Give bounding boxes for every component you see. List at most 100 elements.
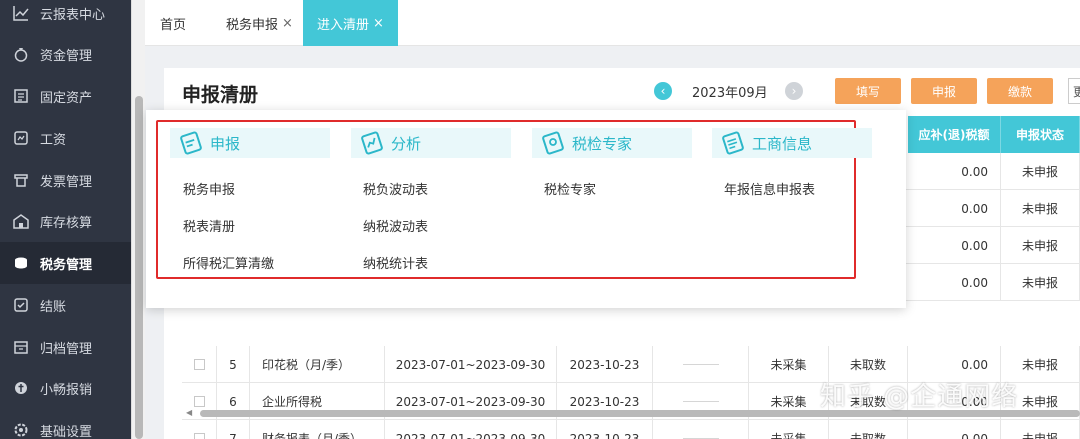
checkout-icon bbox=[12, 296, 30, 314]
empty-cell bbox=[653, 346, 749, 383]
next-period-button[interactable]: › bbox=[785, 82, 803, 100]
dash bbox=[682, 401, 719, 402]
menu-item-tax-declaration[interactable]: 税务申报 bbox=[183, 179, 235, 198]
row-number: 5 bbox=[217, 346, 250, 383]
status-cell: 未申报 bbox=[1001, 264, 1080, 301]
sidebar-item-label: 库存核算 bbox=[40, 215, 93, 231]
analysis-icon bbox=[355, 128, 389, 158]
reimburse-icon bbox=[12, 379, 30, 397]
sidebar-item-archive[interactable]: 归档管理 bbox=[0, 326, 131, 368]
scroll-left-icon[interactable]: ◀ bbox=[186, 408, 192, 417]
sidebar-item-label: 税务管理 bbox=[40, 257, 93, 273]
period-cell: 2023-07-01~2023-09-30 bbox=[385, 420, 557, 439]
fill-button[interactable]: 填写 bbox=[835, 78, 901, 104]
tab-tax-declaration[interactable]: 税务申报 × bbox=[226, 0, 293, 46]
gear-icon bbox=[12, 421, 30, 439]
collect-cell: 未采集 bbox=[749, 346, 829, 383]
row-checkbox[interactable] bbox=[182, 346, 217, 383]
sidebar-item-report-center[interactable]: 云报表中心 bbox=[0, 0, 131, 34]
sidebar-item-label: 归档管理 bbox=[40, 341, 93, 357]
amount-cell: 0.00 bbox=[908, 190, 1001, 227]
fetch-cell: 未取数 bbox=[829, 420, 908, 439]
menu-item-income-tax-settlement[interactable]: 所得税汇算清缴 bbox=[183, 253, 274, 272]
menu-item-tax-expert[interactable]: 税检专家 bbox=[544, 179, 596, 198]
expert-icon bbox=[536, 128, 570, 158]
checkbox[interactable] bbox=[193, 433, 205, 439]
sidebar-item-checkout[interactable]: 结账 bbox=[0, 284, 131, 326]
watermark: 知乎 @企通网络 bbox=[820, 382, 1019, 412]
prev-period-button[interactable]: ‹ bbox=[654, 82, 672, 100]
deadline-cell: 2023-10-23 bbox=[557, 420, 653, 439]
asset-icon bbox=[12, 87, 30, 105]
sidebar-scrollbar-thumb[interactable] bbox=[135, 96, 143, 439]
tax-icon bbox=[12, 254, 30, 272]
dash bbox=[682, 364, 719, 365]
sidebar: 云报表中心 资金管理 固定资产 工资 发票管理 库存核算 税务管理 结账 归档管… bbox=[0, 0, 131, 439]
sidebar-item-tax-management[interactable]: 税务管理 bbox=[0, 242, 131, 284]
invoice-icon bbox=[12, 171, 30, 189]
menu-item-tax-statistics[interactable]: 纳税统计表 bbox=[363, 253, 428, 272]
archive-icon bbox=[12, 338, 30, 356]
status-cell: 未申报 bbox=[1001, 190, 1080, 227]
tab-label: 进入清册 bbox=[317, 17, 370, 33]
period-cell: 2023-07-01~2023-09-30 bbox=[385, 346, 557, 383]
row-checkbox[interactable] bbox=[182, 420, 217, 439]
more-button[interactable]: 更 bbox=[1068, 78, 1080, 104]
header-tax-amount: 应补(退)税额 bbox=[908, 116, 1001, 153]
amount-cell: 0.00 bbox=[908, 153, 1001, 190]
sidebar-item-label: 工资 bbox=[40, 132, 67, 148]
menu-item-annual-report[interactable]: 年报信息申报表 bbox=[724, 179, 815, 198]
deadline-cell: 2023-10-23 bbox=[557, 346, 653, 383]
menu-item-tax-payment-fluctuation[interactable]: 纳税波动表 bbox=[363, 216, 428, 235]
menu-category-declare: 申报 bbox=[170, 128, 330, 158]
pay-button[interactable]: 缴款 bbox=[987, 78, 1053, 104]
menu-category-analysis: 分析 bbox=[351, 128, 511, 158]
declare-button[interactable]: 申报 bbox=[911, 78, 977, 104]
collect-cell: 未采集 bbox=[749, 420, 829, 439]
tab-bar: 首页 税务申报 × 进入清册 × bbox=[145, 0, 1080, 46]
tab-enter-list[interactable]: 进入清册 × bbox=[303, 0, 398, 46]
amount-cell: 0.00 bbox=[908, 227, 1001, 264]
sidebar-item-label: 资金管理 bbox=[40, 48, 93, 64]
tab-label: 首页 bbox=[160, 17, 187, 33]
table-row[interactable]: 7 财务报表（月/季） 2023-07-01~2023-09-30 2023-1… bbox=[182, 420, 1080, 439]
money-bag-icon bbox=[12, 45, 30, 63]
sidebar-item-invoice[interactable]: 发票管理 bbox=[0, 159, 131, 201]
sidebar-item-reimburse[interactable]: 小畅报销 bbox=[0, 367, 131, 409]
menu-item-tax-form-list[interactable]: 税表清册 bbox=[183, 216, 235, 235]
sidebar-item-settings[interactable]: 基础设置 bbox=[0, 409, 131, 439]
salary-icon bbox=[12, 129, 30, 147]
period-label: 2023年09月 bbox=[692, 86, 768, 101]
sidebar-item-inventory[interactable]: 库存核算 bbox=[0, 200, 131, 242]
sidebar-item-salary[interactable]: 工资 bbox=[0, 117, 131, 159]
sidebar-item-fixed-assets[interactable]: 固定资产 bbox=[0, 75, 131, 117]
sidebar-item-label: 基础设置 bbox=[40, 424, 93, 439]
checkbox[interactable] bbox=[193, 359, 205, 370]
sidebar-scrollbar[interactable] bbox=[131, 0, 145, 439]
tab-home[interactable]: 首页 bbox=[160, 0, 186, 46]
menu-category-expert: 税检专家 bbox=[532, 128, 692, 158]
status-cell: 未申报 bbox=[1001, 420, 1080, 439]
chart-line-icon bbox=[12, 4, 30, 22]
warehouse-icon bbox=[12, 212, 30, 230]
tax-name-cell: 印花税（月/季） bbox=[250, 346, 385, 383]
category-title: 税检专家 bbox=[572, 134, 633, 153]
header-status: 申报状态 bbox=[1001, 116, 1080, 153]
checkbox[interactable] bbox=[193, 396, 205, 407]
status-cell: 未申报 bbox=[1001, 153, 1080, 190]
amount-cell: 0.00 bbox=[908, 264, 1001, 301]
sidebar-item-label: 小畅报销 bbox=[40, 382, 93, 398]
category-title: 工商信息 bbox=[752, 134, 813, 153]
status-cell: 未申报 bbox=[1001, 227, 1080, 264]
close-icon[interactable]: × bbox=[282, 16, 293, 31]
close-icon[interactable]: × bbox=[373, 16, 384, 31]
menu-item-tax-burden-fluctuation[interactable]: 税负波动表 bbox=[363, 179, 428, 198]
sidebar-item-funds[interactable]: 资金管理 bbox=[0, 33, 131, 75]
empty-cell bbox=[653, 420, 749, 439]
category-title: 分析 bbox=[391, 134, 422, 153]
row-number: 7 bbox=[217, 420, 250, 439]
tab-label: 税务申报 bbox=[226, 17, 279, 33]
menu-category-business-info: 工商信息 bbox=[712, 128, 872, 158]
business-info-icon bbox=[716, 128, 750, 158]
declare-icon bbox=[174, 128, 208, 158]
